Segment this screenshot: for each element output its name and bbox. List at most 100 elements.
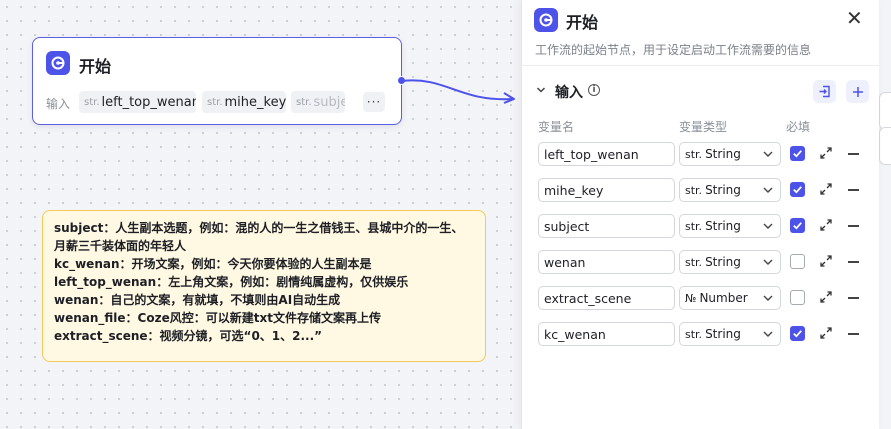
expand-icon[interactable] [819, 290, 833, 304]
note-line: wenan_file：Coze风控：可以新建txt文件存储文案再上传 [54, 311, 381, 325]
chevron-down-icon [763, 295, 773, 301]
variable-name-input[interactable] [538, 214, 675, 238]
remove-variable-icon[interactable] [848, 333, 859, 335]
remove-variable-icon[interactable] [848, 153, 859, 155]
start-node-icon [534, 8, 558, 32]
chevron-down-icon [763, 187, 773, 193]
panel-header: 开始 ✕ 工作流的起始节点，用于设定启动工作流需要的信息 [522, 0, 879, 66]
type-icon: № [685, 291, 697, 305]
node-chip-left-top-wenan: str. left_top_wenan [79, 91, 196, 113]
variable-type-select[interactable]: str. String [679, 142, 781, 166]
type-icon: str. [685, 147, 703, 161]
panel-description: 工作流的起始节点，用于设定启动工作流需要的信息 [535, 43, 812, 57]
expand-icon[interactable] [819, 182, 833, 196]
note-line: kc_wenan：开场文案，例如：今天你要体验的人生副本是 [54, 257, 372, 271]
start-node-icon [46, 51, 70, 75]
checkmark-icon [793, 222, 802, 230]
import-icon [819, 85, 830, 98]
node-chip-mihe-key: str. mihe_key [202, 91, 286, 113]
variable-name-input[interactable] [538, 286, 675, 310]
variable-name-input[interactable] [538, 142, 675, 166]
required-checkbox[interactable] [790, 218, 805, 233]
expand-icon[interactable] [819, 146, 833, 160]
required-checkbox[interactable] [790, 290, 805, 305]
variable-name-input[interactable] [538, 322, 675, 346]
string-type-icon: str. [207, 96, 223, 108]
note-line: wenan：自己的文案，有就填，不填则由AI自动生成 [54, 293, 341, 307]
type-icon: str. [685, 219, 703, 233]
info-icon[interactable]: i [588, 84, 600, 96]
chip-label: mihe_key [224, 94, 286, 110]
import-button[interactable] [813, 80, 836, 103]
variable-type-select[interactable]: str. String [679, 322, 781, 346]
plus-icon [852, 86, 863, 97]
type-icon: str. [685, 327, 703, 341]
required-checkbox[interactable] [790, 326, 805, 341]
type-label: String [705, 327, 741, 341]
start-node-title: 开始 [79, 57, 112, 76]
type-icon: str. [685, 255, 703, 269]
input-section-title: 输入 [555, 85, 583, 101]
variable-row: str.String [522, 178, 879, 204]
more-chips-button[interactable]: ··· [363, 92, 385, 112]
node-chip-subject: str. subje [291, 91, 345, 113]
checkmark-icon [793, 150, 802, 158]
expand-icon[interactable] [819, 218, 833, 232]
type-label: String [705, 219, 741, 233]
variable-name-input[interactable] [538, 178, 675, 202]
variable-row: str.String [522, 322, 879, 348]
offscreen-card [879, 92, 891, 130]
remove-variable-icon[interactable] [848, 297, 859, 299]
chevron-down-icon [763, 223, 773, 229]
offscreen-card [879, 127, 891, 165]
node-config-panel: 开始 ✕ 工作流的起始节点，用于设定启动工作流需要的信息 输入 i 变量名 变量… [521, 0, 879, 429]
variable-name-input[interactable] [538, 250, 675, 274]
required-checkbox[interactable] [790, 182, 805, 197]
close-icon[interactable]: ✕ [846, 8, 863, 28]
panel-title: 开始 [566, 13, 599, 32]
variable-row: №Number [522, 286, 879, 312]
note-line: subject：人生副本选题，例如：混的人的一生之借钱王、县城中介的一生、 [54, 221, 464, 235]
remove-variable-icon[interactable] [848, 261, 859, 263]
variable-row: str.String [522, 142, 879, 168]
column-header-type: 变量类型 [679, 120, 728, 134]
note-line: left_top_wenan：左上角文案，例如：剧情纯属虚构，仅供娱乐 [54, 275, 409, 289]
type-label: String [705, 255, 741, 269]
checkmark-icon [793, 330, 802, 338]
add-variable-button[interactable] [846, 80, 869, 103]
note-line: 月薪三千装体面的年轻人 [54, 239, 187, 253]
type-label: Number [699, 291, 748, 305]
connection-edge [401, 79, 515, 104]
chevron-down-icon[interactable] [536, 84, 546, 98]
required-checkbox[interactable] [790, 146, 805, 161]
string-type-icon: str. [296, 96, 312, 108]
variable-row: str.String [522, 214, 879, 240]
variable-type-select[interactable]: str. String [679, 178, 781, 202]
chevron-down-icon [763, 331, 773, 337]
expand-icon[interactable] [819, 326, 833, 340]
note-line: extract_scene：视频分镜，可选“0、1、2...” [54, 329, 323, 343]
type-label: String [705, 183, 741, 197]
chevron-down-icon [763, 151, 773, 157]
type-icon: str. [685, 183, 703, 197]
type-label: String [705, 147, 741, 161]
variable-type-select[interactable]: str. String [679, 250, 781, 274]
string-type-icon: str. [84, 96, 100, 108]
start-node[interactable]: 开始 输入 str. left_top_wenan str. mihe_key … [32, 37, 406, 125]
chip-label: left_top_wenan [101, 94, 196, 110]
comment-note[interactable]: subject：人生副本选题，例如：混的人的一生之借钱王、县城中介的一生、 月薪… [42, 210, 486, 362]
expand-icon[interactable] [819, 254, 833, 268]
variable-type-select[interactable]: № Number [679, 286, 781, 310]
remove-variable-icon[interactable] [848, 225, 859, 227]
variable-row: str.String [522, 250, 879, 276]
start-node-input-label: 输入 [46, 97, 71, 111]
chevron-down-icon [763, 259, 773, 265]
column-header-required: 必填 [786, 120, 811, 134]
column-header-name: 变量名 [538, 120, 575, 134]
chip-label: subje [313, 94, 345, 110]
checkmark-icon [793, 186, 802, 194]
required-checkbox[interactable] [790, 254, 805, 269]
canvas-right-strip [879, 0, 891, 429]
variable-type-select[interactable]: str. String [679, 214, 781, 238]
remove-variable-icon[interactable] [848, 189, 859, 191]
